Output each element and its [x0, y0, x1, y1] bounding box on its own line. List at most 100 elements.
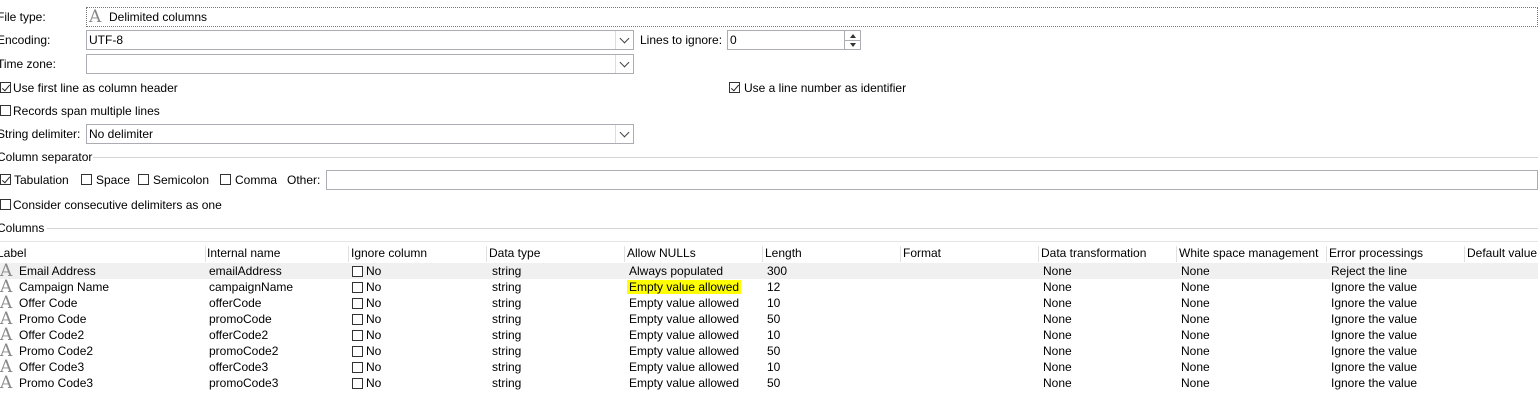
cell-ignore: No — [366, 312, 382, 326]
header-allow-nulls[interactable]: Allow NULLs — [627, 246, 696, 260]
use-line-number-label: Use a line number as identifier — [744, 81, 907, 95]
header-label[interactable]: Label — [0, 246, 26, 260]
column-divider[interactable] — [1176, 246, 1177, 262]
cell-label: Campaign Name — [19, 280, 110, 294]
lines-to-ignore-label: Lines to ignore: — [640, 33, 723, 47]
space-label: Space — [96, 173, 131, 187]
header-error-processings[interactable]: Error processings — [1329, 246, 1423, 260]
string-delimiter-select[interactable]: No delimiter — [86, 124, 634, 144]
header-format[interactable]: Format — [903, 246, 941, 260]
cell-white-space: None — [1181, 264, 1210, 278]
chevron-down-icon — [619, 127, 630, 137]
header-data-transformation[interactable]: Data transformation — [1041, 246, 1146, 260]
cell-length: 300 — [767, 264, 788, 278]
comma-checkbox[interactable] — [220, 174, 231, 185]
cell-internal-name: promoCode2 — [209, 344, 279, 358]
cell-allow-nulls: Always populated — [629, 264, 724, 278]
column-divider[interactable] — [1464, 246, 1465, 262]
table-row[interactable]: A Email Address emailAddress No string A… — [0, 263, 1538, 280]
cell-white-space: None — [1181, 328, 1210, 342]
column-divider[interactable] — [486, 246, 487, 262]
ignore-column-checkbox[interactable] — [352, 282, 363, 293]
column-divider[interactable] — [1326, 246, 1327, 262]
string-delimiter-dropdown-button[interactable] — [615, 125, 633, 143]
cell-length: 12 — [767, 280, 781, 294]
table-row[interactable]: A Campaign Name campaignName No string E… — [0, 279, 1538, 296]
time-zone-select[interactable] — [86, 54, 634, 74]
file-type-field[interactable]: A Delimited columns — [86, 7, 1538, 27]
column-divider[interactable] — [348, 246, 349, 262]
encoding-value: UTF-8 — [89, 33, 123, 47]
group-divider — [47, 228, 1538, 229]
ignore-column-checkbox[interactable] — [352, 298, 363, 309]
column-separator-title: Column separator — [0, 150, 93, 164]
tabulation-checkbox[interactable] — [0, 174, 11, 185]
lines-to-ignore-stepper[interactable]: 0 — [727, 30, 861, 50]
text-type-icon: A — [89, 7, 102, 27]
ignore-column-checkbox[interactable] — [352, 362, 363, 373]
cell-allow-nulls: Empty value allowed — [629, 360, 740, 374]
cell-label: Promo Code3 — [19, 376, 94, 390]
header-default-value[interactable]: Default value — [1467, 246, 1537, 260]
encoding-dropdown-button[interactable] — [615, 31, 633, 49]
table-row[interactable]: A Offer Code3 offerCode3 No string Empty… — [0, 359, 1538, 376]
cell-error-processing: Reject the line — [1331, 264, 1408, 278]
cell-white-space: None — [1181, 376, 1210, 390]
records-span-checkbox[interactable] — [0, 105, 11, 116]
other-input[interactable] — [326, 170, 1538, 190]
cell-data-type: string — [492, 280, 522, 294]
column-divider[interactable] — [762, 246, 763, 262]
cell-ignore: No — [366, 264, 382, 278]
cell-length: 10 — [767, 328, 781, 342]
ignore-column-checkbox[interactable] — [352, 330, 363, 341]
text-type-icon: A — [0, 373, 13, 393]
stepper-down-button[interactable] — [845, 40, 860, 49]
cell-internal-name: emailAddress — [209, 264, 282, 278]
column-divider[interactable] — [624, 246, 625, 262]
cell-allow-nulls-highlighted: Empty value allowed — [627, 280, 742, 294]
semicolon-checkbox[interactable] — [138, 174, 149, 185]
cell-allow-nulls: Empty value allowed — [629, 296, 740, 310]
cell-data-transformation: None — [1043, 376, 1072, 390]
header-length[interactable]: Length — [765, 246, 802, 260]
ignore-column-checkbox[interactable] — [352, 346, 363, 357]
cell-data-transformation: None — [1043, 360, 1072, 374]
lines-to-ignore-value: 0 — [730, 33, 737, 47]
header-data-type[interactable]: Data type — [489, 246, 540, 260]
encoding-select[interactable]: UTF-8 — [86, 30, 634, 50]
column-divider[interactable] — [900, 246, 901, 262]
use-line-number-checkbox[interactable] — [729, 82, 740, 93]
ignore-column-checkbox[interactable] — [352, 266, 363, 277]
column-divider[interactable] — [1038, 246, 1039, 262]
space-checkbox[interactable] — [81, 174, 92, 185]
cell-length: 10 — [767, 360, 781, 374]
cell-data-type: string — [492, 328, 522, 342]
cell-length: 50 — [767, 344, 781, 358]
table-row[interactable]: A Offer Code offerCode No string Empty v… — [0, 295, 1538, 312]
comma-label: Comma — [235, 173, 278, 187]
stepper-buttons[interactable] — [844, 31, 860, 49]
header-internal-name[interactable]: Internal name — [207, 246, 280, 260]
chevron-down-icon — [619, 33, 630, 43]
cell-data-transformation: None — [1043, 280, 1072, 294]
cell-label: Promo Code2 — [19, 344, 94, 358]
table-row[interactable]: A Offer Code2 offerCode2 No string Empty… — [0, 327, 1538, 344]
records-span-label: Records span multiple lines — [13, 104, 160, 118]
other-label: Other: — [287, 173, 321, 187]
use-first-line-checkbox[interactable] — [0, 82, 11, 93]
columns-title: Columns — [0, 221, 45, 235]
consecutive-delimiters-label: Consider consecutive delimiters as one — [13, 198, 222, 212]
file-type-value: Delimited columns — [109, 10, 208, 24]
cell-ignore: No — [366, 328, 382, 342]
ignore-column-checkbox[interactable] — [352, 378, 363, 389]
column-divider[interactable] — [205, 246, 206, 262]
columns-table-header: Label Internal name Ignore column Data t… — [0, 244, 1538, 262]
header-ignore-column[interactable]: Ignore column — [351, 246, 427, 260]
header-white-space-management[interactable]: White space management — [1179, 246, 1318, 260]
time-zone-dropdown-button[interactable] — [615, 55, 633, 73]
table-row[interactable]: A Promo Code2 promoCode2 No string Empty… — [0, 343, 1538, 360]
table-row[interactable]: A Promo Code3 promoCode3 No string Empty… — [0, 373, 1538, 393]
table-row[interactable]: A Promo Code promoCode No string Empty v… — [0, 311, 1538, 328]
consecutive-delimiters-checkbox[interactable] — [0, 199, 11, 210]
ignore-column-checkbox[interactable] — [352, 314, 363, 325]
